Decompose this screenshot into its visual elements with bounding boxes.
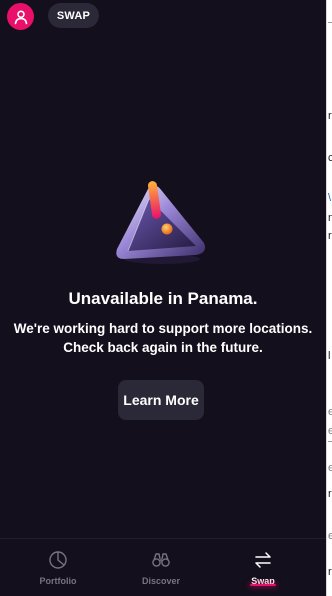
edge-text-fragment: n — [328, 212, 332, 224]
edge-divider — [328, 441, 332, 442]
edge-text-fragment: e — [328, 406, 332, 418]
warning-triangle-illustration — [116, 181, 205, 264]
edge-text-fragment: r — [328, 566, 332, 578]
app-panel: SWAP Unavailable in Panama. We're workin… — [0, 0, 326, 596]
nav-item-swap[interactable]: Swap — [209, 539, 317, 596]
edge-text-fragment: e — [328, 530, 332, 542]
edge-text-fragment: r — [328, 110, 332, 122]
subtitle-line-2: Check back again in the future. — [63, 340, 263, 355]
nav-label-discover: Discover — [141, 576, 181, 586]
edge-text-fragment: e — [328, 425, 332, 437]
learn-more-button[interactable]: Learn More — [118, 380, 204, 420]
profile-avatar-button[interactable] — [7, 3, 34, 30]
edge-divider — [328, 22, 332, 23]
bottom-nav: Portfolio Discover Swap — [0, 538, 326, 596]
subtitle-line-1: We're working hard to support more locat… — [13, 321, 313, 336]
nav-item-discover[interactable]: Discover — [107, 539, 215, 596]
edge-text-fragment: r — [328, 488, 332, 500]
edge-text-fragment: c — [328, 152, 332, 164]
edge-text-fragment: \ — [328, 192, 332, 204]
edge-text-fragment: e — [328, 462, 332, 474]
edge-text-fragment: r — [328, 230, 332, 242]
header: SWAP — [0, 0, 326, 32]
edge-text-fragment: l — [328, 350, 331, 362]
nav-item-portfolio[interactable]: Portfolio — [4, 539, 112, 596]
portfolio-pie-icon — [47, 549, 69, 571]
binoculars-icon — [150, 549, 172, 571]
swap-pill-button[interactable]: SWAP — [48, 3, 99, 28]
page-title: Unavailable in Panama. — [68, 289, 258, 308]
page-subtitle: We're working hard to support more locat… — [0, 319, 326, 357]
user-icon — [14, 10, 27, 24]
nav-label-portfolio: Portfolio — [39, 576, 77, 586]
background-page-edge: r c \ n r l e e e r e r — [326, 0, 332, 596]
active-tab-indicator — [250, 584, 276, 586]
swap-arrows-icon — [252, 549, 274, 571]
